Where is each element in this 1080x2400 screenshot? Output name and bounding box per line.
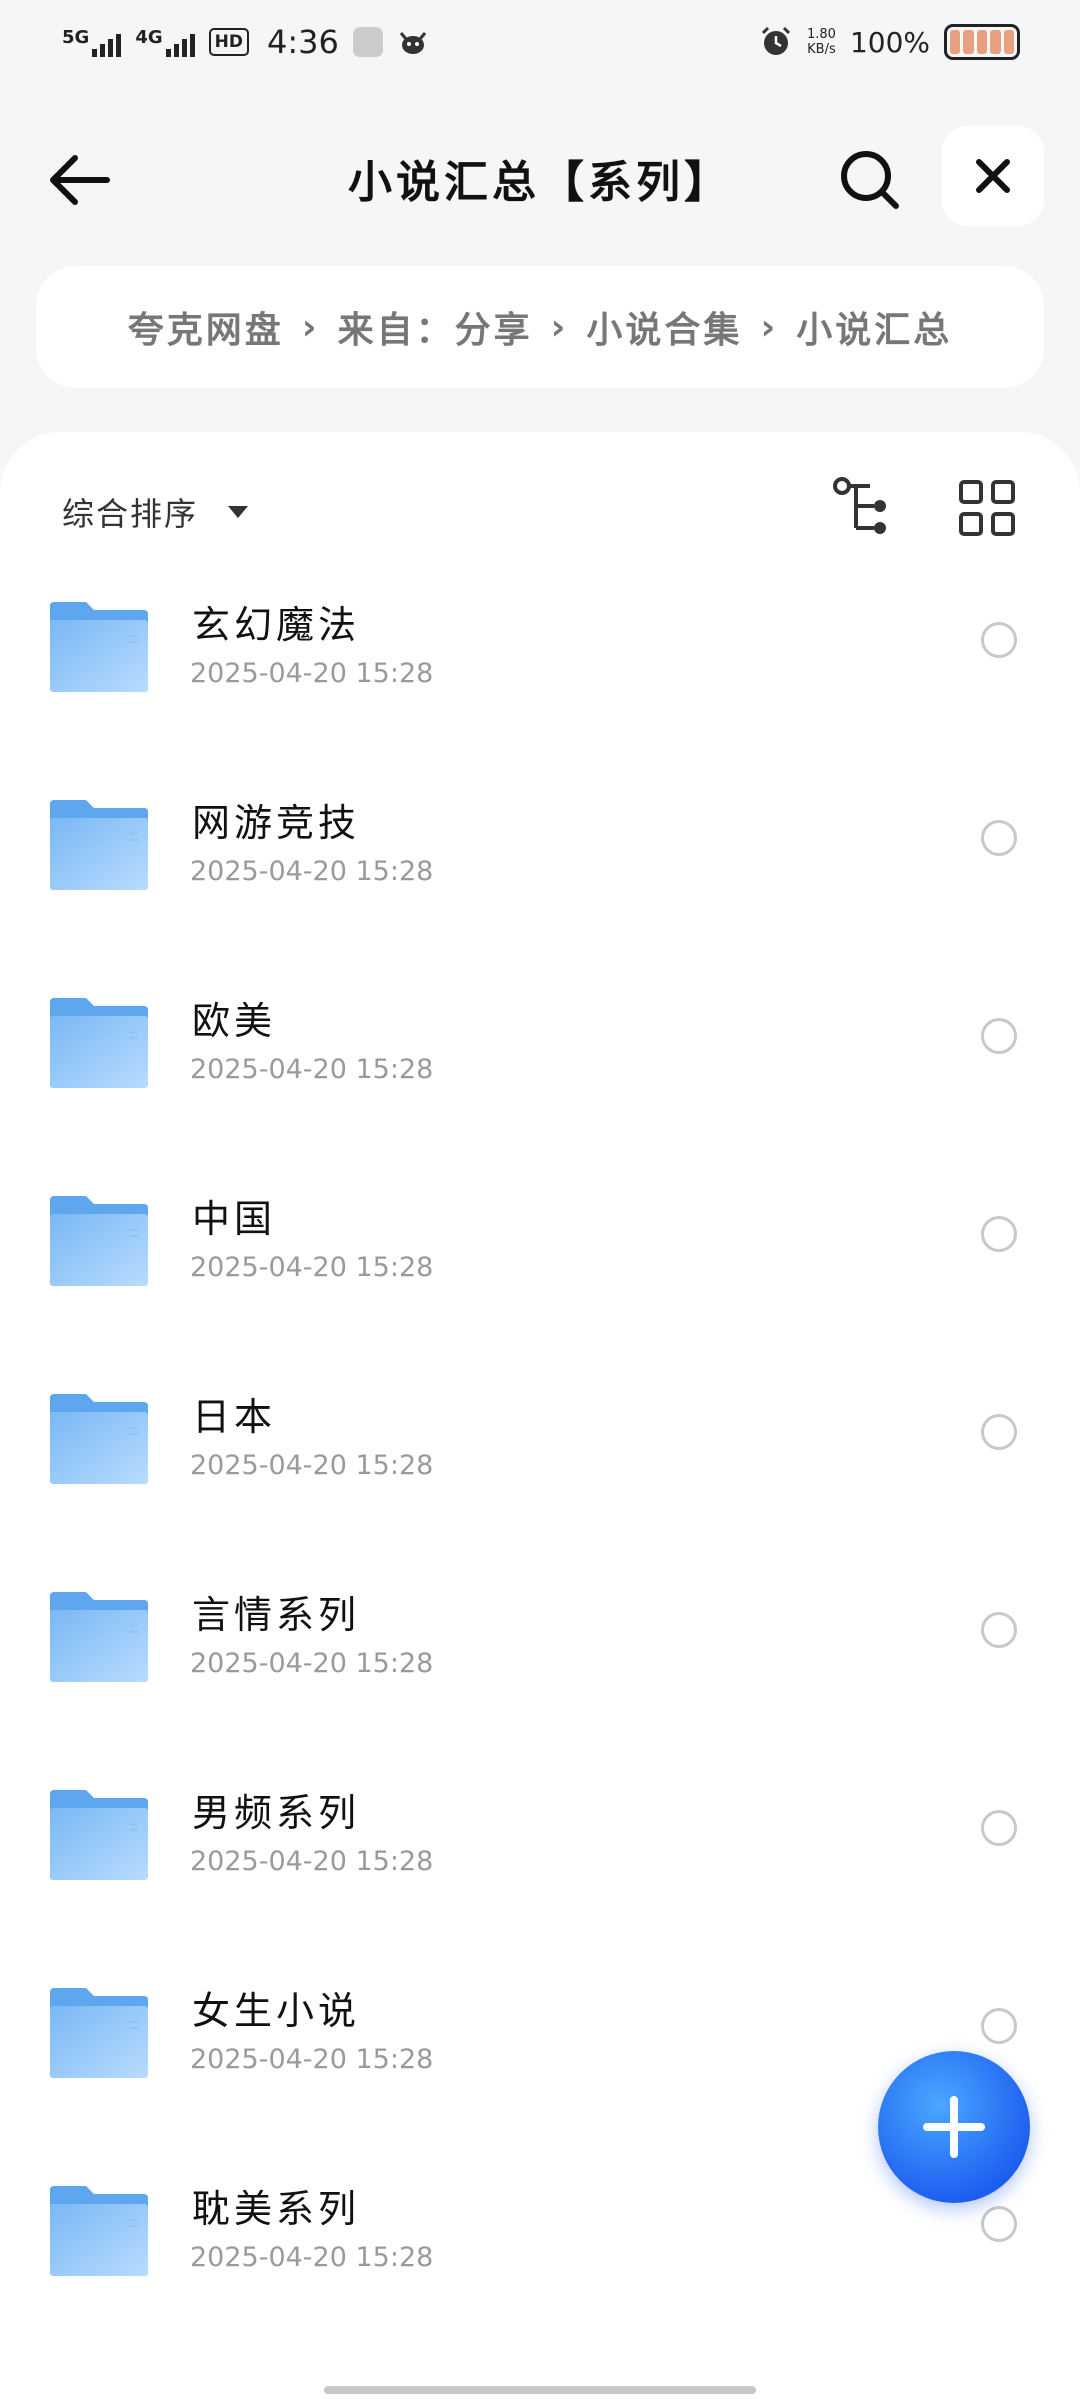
battery-percent: 100% xyxy=(849,25,930,59)
file-date: 2025-04-20 15:28 xyxy=(190,2242,434,2273)
file-name: 男频系列 xyxy=(192,1791,361,1835)
file-date: 2025-04-20 15:28 xyxy=(190,1252,434,1283)
alarm-icon xyxy=(761,26,791,55)
net2-label: 4G xyxy=(135,27,163,48)
add-button[interactable] xyxy=(878,2051,1030,2203)
select-radio[interactable] xyxy=(981,622,1017,658)
file-date: 2025-04-20 15:28 xyxy=(190,1648,434,1679)
app-notification-icon xyxy=(352,27,383,57)
file-name: 中国 xyxy=(192,1197,277,1241)
file-name: 玄幻魔法 xyxy=(192,603,361,647)
tree-view-button[interactable] xyxy=(830,472,900,542)
folder-icon xyxy=(50,1790,148,1880)
speed-unit: KB/s xyxy=(807,42,836,57)
search-icon xyxy=(841,151,899,209)
home-indicator[interactable] xyxy=(324,2386,756,2394)
select-radio[interactable] xyxy=(981,820,1017,856)
breadcrumb-separator: › xyxy=(760,306,779,348)
folder-icon xyxy=(50,2186,148,2276)
breadcrumb: 夸克网盘 › 来自：分享 › 小说合集 › 小说汇总 xyxy=(36,266,1044,388)
file-date: 2025-04-20 15:28 xyxy=(190,1846,434,1877)
file-date: 2025-04-20 15:28 xyxy=(190,1450,434,1481)
select-radio[interactable] xyxy=(981,1216,1017,1252)
file-name: 网游竞技 xyxy=(192,801,361,845)
status-left: 5G 4G HD 4:36 xyxy=(62,23,429,61)
hd-icon: HD xyxy=(208,28,249,56)
speed-value: 1.80 xyxy=(806,27,836,42)
sort-dropdown[interactable]: 综合排序 xyxy=(62,482,249,542)
breadcrumb-item-shared[interactable]: 来自：分享 xyxy=(338,301,533,353)
caret-down-icon xyxy=(228,506,249,518)
signal-4g-icon: 4G xyxy=(135,27,195,57)
file-row[interactable]: 日本 2025-04-20 15:28 xyxy=(0,1392,1080,1590)
folder-icon xyxy=(50,1988,148,2078)
grid-icon xyxy=(959,480,1015,536)
file-name: 言情系列 xyxy=(192,1593,361,1637)
breadcrumb-separator: › xyxy=(301,306,320,348)
select-radio[interactable] xyxy=(981,1810,1017,1846)
folder-icon xyxy=(50,602,148,692)
page-title: 小说汇总【系列】 xyxy=(348,157,732,208)
file-name: 女生小说 xyxy=(192,1989,361,2033)
file-date: 2025-04-20 15:28 xyxy=(190,1054,434,1085)
grid-view-button[interactable] xyxy=(955,476,1019,540)
file-name: 日本 xyxy=(192,1395,277,1439)
file-name: 欧美 xyxy=(192,999,277,1043)
clock: 4:36 xyxy=(266,23,339,61)
file-date: 2025-04-20 15:28 xyxy=(190,658,434,689)
status-bar: 5G 4G HD 4:36 1.80 KB/s 100% xyxy=(0,0,1080,84)
top-bar: 小说汇总【系列】 xyxy=(0,120,1080,230)
select-radio[interactable] xyxy=(981,2206,1017,2242)
folder-icon xyxy=(50,1196,148,1286)
net1-label: 5G xyxy=(62,27,90,48)
search-button[interactable] xyxy=(830,140,910,220)
file-row[interactable]: 言情系列 2025-04-20 15:28 xyxy=(0,1590,1080,1788)
breadcrumb-item-collection[interactable]: 小说合集 xyxy=(586,301,742,353)
plus-icon xyxy=(923,2096,985,2158)
cow-icon xyxy=(399,32,426,54)
battery-icon xyxy=(944,24,1020,60)
file-row[interactable]: 耽美系列 2025-04-20 15:28 xyxy=(0,2184,1080,2382)
file-date: 2025-04-20 15:28 xyxy=(190,2044,434,2075)
file-row[interactable]: 中国 2025-04-20 15:28 xyxy=(0,1194,1080,1392)
network-speed: 1.80 KB/s xyxy=(807,27,836,57)
file-name: 耽美系列 xyxy=(192,2187,361,2231)
folder-icon xyxy=(50,1394,148,1484)
file-row[interactable]: 欧美 2025-04-20 15:28 xyxy=(0,996,1080,1194)
breadcrumb-separator: › xyxy=(550,306,569,348)
status-right: 1.80 KB/s 100% xyxy=(759,24,1020,60)
select-radio[interactable] xyxy=(981,1018,1017,1054)
file-row[interactable]: 网游竞技 2025-04-20 15:28 xyxy=(0,798,1080,996)
folder-icon xyxy=(50,998,148,1088)
breadcrumb-item-current[interactable]: 小说汇总 xyxy=(796,301,952,353)
folder-icon xyxy=(50,1592,148,1682)
file-row[interactable]: 玄幻魔法 2025-04-20 15:28 xyxy=(0,600,1080,798)
close-icon xyxy=(976,159,1010,193)
select-radio[interactable] xyxy=(981,1612,1017,1648)
breadcrumb-item-root[interactable]: 夸克网盘 xyxy=(128,301,284,353)
close-button[interactable] xyxy=(942,126,1044,226)
signal-5g-icon: 5G xyxy=(62,27,122,57)
folder-icon xyxy=(50,800,148,890)
tree-icon xyxy=(833,477,886,534)
file-row[interactable]: 男频系列 2025-04-20 15:28 xyxy=(0,1788,1080,1986)
select-radio[interactable] xyxy=(981,2008,1017,2044)
select-radio[interactable] xyxy=(981,1414,1017,1450)
sort-label: 综合排序 xyxy=(62,495,199,533)
file-date: 2025-04-20 15:28 xyxy=(190,856,434,887)
